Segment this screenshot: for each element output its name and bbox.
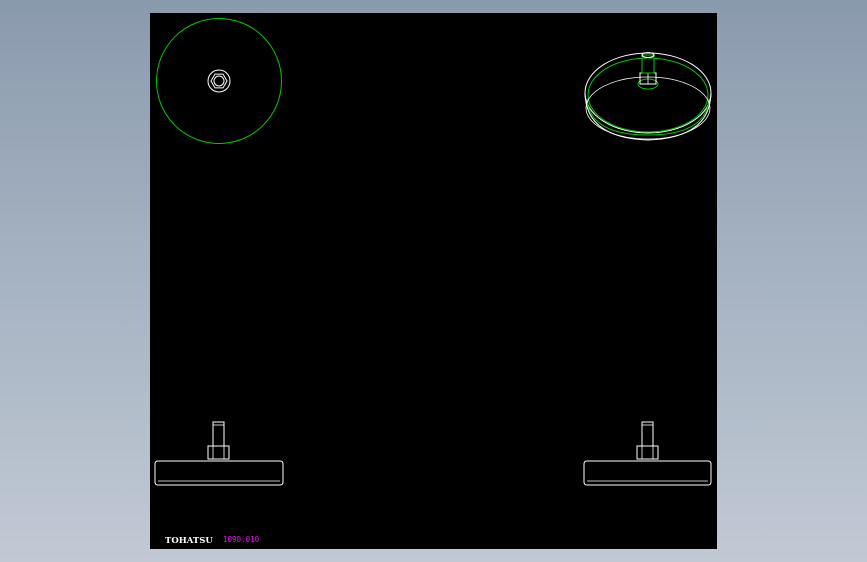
iso-disc-bottom-edge <box>585 76 711 140</box>
cad-drawing-viewport[interactable]: TOHATSU 1090.010 <box>150 13 717 549</box>
isometric-view <box>584 52 712 141</box>
front-view <box>154 421 284 486</box>
front-hex-nut <box>207 445 230 460</box>
top-view-bolt-circle <box>213 75 225 87</box>
side-stud <box>641 421 654 447</box>
front-stud <box>212 421 225 447</box>
top-view <box>156 18 282 144</box>
brand-label: TOHATSU <box>165 536 213 546</box>
cad-drawing-canvas: TOHATSU 1090.010 <box>154 18 712 546</box>
iso-disc-top-outer <box>584 52 712 134</box>
iso-disc-top-inner-green <box>587 57 709 133</box>
side-view <box>583 421 712 486</box>
part-number-label: 1090.010 <box>223 535 260 544</box>
top-view-outer-circle <box>156 18 282 144</box>
side-hex-nut <box>636 445 659 460</box>
